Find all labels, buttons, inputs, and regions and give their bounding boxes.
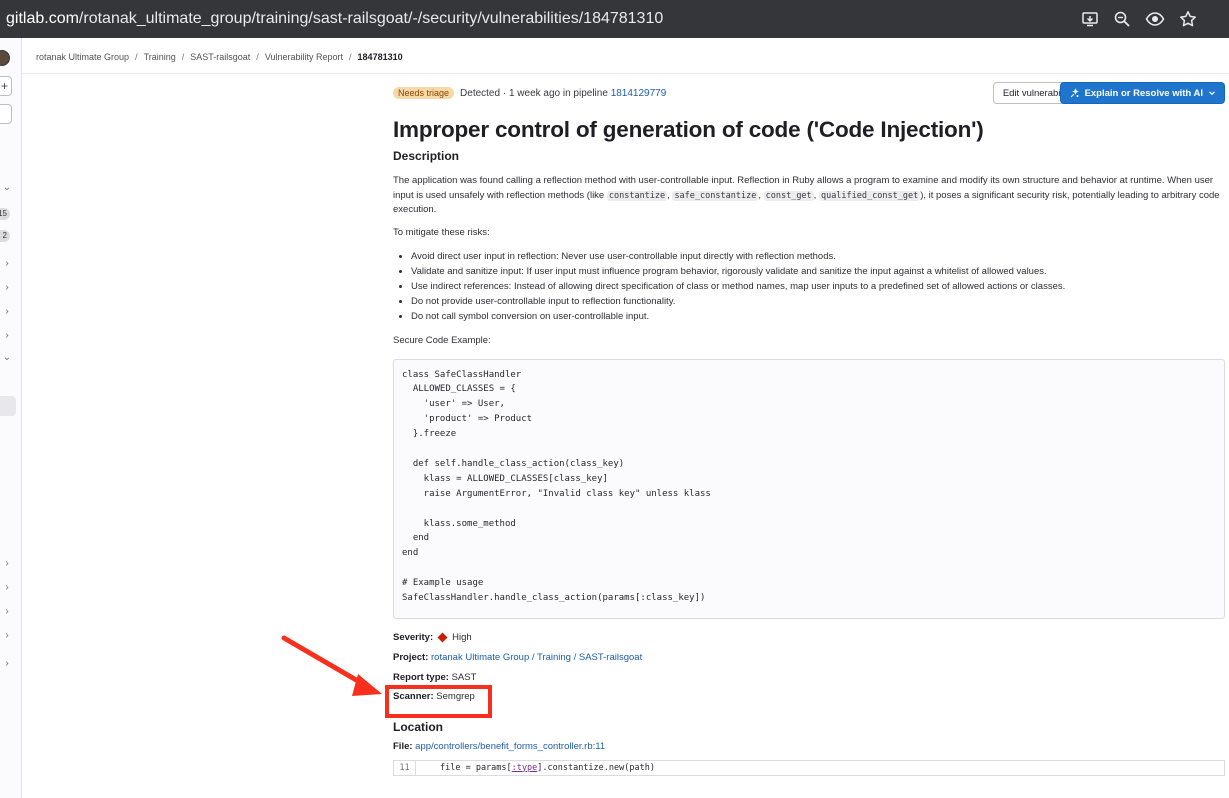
report-type-row: Report type: SAST <box>393 672 1225 683</box>
project-link[interactable]: rotanak Ultimate Group / Training / SAST… <box>431 652 642 663</box>
avatar[interactable] <box>0 50 10 66</box>
divider <box>22 73 1229 74</box>
snippet-code-part: ].constantize.new(path) <box>537 762 655 773</box>
install-app-icon[interactable] <box>1081 10 1099 28</box>
tanuki-ai-icon <box>1070 87 1079 97</box>
severity-row: Severity: High <box>393 632 1225 643</box>
chevron-right-icon[interactable]: › <box>2 582 12 593</box>
chevron-right-icon[interactable]: › <box>2 606 12 617</box>
chevron-down-icon[interactable]: ⌄ <box>2 352 12 363</box>
list-item: Validate and sanitize input: If user inp… <box>411 264 1225 279</box>
status-badge: Needs triage <box>393 87 455 99</box>
url-path: /rotanak_ultimate_group/training/sast-ra… <box>78 10 664 27</box>
project-label: Project: <box>393 651 429 663</box>
breadcrumb-group[interactable]: rotanak Ultimate Group <box>36 52 129 62</box>
bookmark-star-icon[interactable] <box>1179 10 1197 28</box>
detected-text: Detected · 1 week ago in pipeline <box>460 87 608 99</box>
new-item-button[interactable]: + <box>0 76 12 96</box>
sidebar-count-badge: 2 <box>0 230 10 242</box>
mitigation-list: Avoid direct user input in reflection: N… <box>393 249 1225 324</box>
code-snippet: 11 file = params[:type].constantize.new(… <box>393 759 1225 776</box>
vulnerability-header: Needs triage Detected · 1 week ago in pi… <box>393 80 1225 106</box>
snippet-symbol[interactable]: :type <box>512 763 538 773</box>
vulnerability-details: Needs triage Detected · 1 week ago in pi… <box>393 80 1225 776</box>
mitigate-text: To mitigate these risks: <box>393 226 490 238</box>
list-item: Do not call symbol conversion on user-co… <box>411 309 1225 324</box>
location-heading: Location <box>393 719 443 734</box>
left-sidebar: + ⌄ 15 2 › › › › ⌄ › › › › › <box>0 38 22 798</box>
sidebar-item-selected[interactable] <box>0 396 16 416</box>
list-item: Avoid direct user input in reflection: N… <box>411 249 1225 264</box>
breadcrumb-training[interactable]: Training <box>144 52 176 62</box>
inline-code: safe_constantize <box>672 190 759 201</box>
line-number: 11 <box>394 760 416 775</box>
inline-code: constantize <box>606 190 668 201</box>
breadcrumb: rotanak Ultimate Group / Training / SAST… <box>36 52 403 62</box>
page-title: Improper control of generation of code (… <box>393 117 984 142</box>
breadcrumb-project[interactable]: SAST-railsgoat <box>190 52 250 62</box>
snippet-code-part: file = params[ <box>440 762 512 773</box>
explain-or-resolve-with-ai-button[interactable]: Explain or Resolve with AI <box>1059 82 1225 104</box>
url-text[interactable]: gitlab.com/rotanak_ultimate_group/traini… <box>0 10 663 28</box>
pipeline-link[interactable]: 1814129779 <box>611 88 667 99</box>
description-comma: , <box>813 189 817 201</box>
description-comma: , <box>758 189 761 201</box>
description-comma: , <box>667 189 670 201</box>
inline-code: qualified_const_get <box>818 190 921 201</box>
breadcrumb-separator: / <box>181 52 185 62</box>
breadcrumb-separator: / <box>349 52 352 62</box>
secure-code-example-label: Secure Code Example: <box>393 335 491 346</box>
scanner-value: Semgrep <box>436 690 475 702</box>
description-heading: Description <box>393 149 460 163</box>
severity-label: Severity: <box>393 631 434 643</box>
breadcrumb-vulnerability-report[interactable]: Vulnerability Report <box>265 52 343 62</box>
snippet-code: file = params[:type].constantize.new(pat… <box>416 763 655 773</box>
scanner-label: Scanner: <box>393 690 434 702</box>
file-row: File: app/controllers/benefit_forms_cont… <box>393 741 1225 752</box>
ai-button-label: Explain or Resolve with AI <box>1084 87 1203 99</box>
severity-high-icon <box>437 632 448 642</box>
chevron-down-icon[interactable]: ⌄ <box>2 182 12 193</box>
severity-value: High <box>452 631 472 643</box>
inline-code: const_get <box>763 190 814 201</box>
search-button[interactable] <box>0 104 12 124</box>
chevron-right-icon[interactable]: › <box>2 558 12 569</box>
chevron-right-icon[interactable]: › <box>2 306 12 317</box>
chevron-right-icon[interactable]: › <box>2 658 12 669</box>
report-type-value: SAST <box>451 671 477 683</box>
chevron-down-icon <box>1209 91 1215 96</box>
report-type-label: Report type: <box>393 671 449 683</box>
list-item: Do not provide user-controllable input t… <box>411 294 1225 309</box>
zoom-icon[interactable] <box>1113 10 1131 28</box>
scanner-row: Scanner: Semgrep <box>393 691 1225 702</box>
code-content: class SafeClassHandler ALLOWED_CLASSES =… <box>402 369 711 604</box>
breadcrumb-current[interactable]: 184781310 <box>358 52 403 62</box>
chevron-right-icon[interactable]: › <box>2 282 12 293</box>
file-link[interactable]: app/controllers/benefit_forms_controller… <box>415 741 605 752</box>
annotation-arrow-icon <box>281 635 382 696</box>
url-host: gitlab.com <box>6 10 79 27</box>
breadcrumb-separator: / <box>135 52 138 62</box>
project-row: Project: rotanak Ultimate Group / Traini… <box>393 652 1225 663</box>
description-text: The application was found calling a refl… <box>393 174 1225 218</box>
eye-icon[interactable] <box>1145 10 1165 28</box>
browser-toolbar-icons <box>1081 0 1197 38</box>
chevron-right-icon[interactable]: › <box>2 258 12 269</box>
secure-code-block[interactable]: class SafeClassHandler ALLOWED_CLASSES =… <box>393 358 1225 619</box>
list-item: Use indirect references: Instead of allo… <box>411 279 1225 294</box>
chevron-right-icon[interactable]: › <box>2 630 12 641</box>
chevron-right-icon[interactable]: › <box>2 330 12 341</box>
breadcrumb-separator: / <box>256 52 259 62</box>
file-label: File: <box>393 740 413 752</box>
sidebar-count-badge: 15 <box>0 208 10 220</box>
browser-address-bar[interactable]: gitlab.com/rotanak_ultimate_group/traini… <box>0 0 1229 38</box>
